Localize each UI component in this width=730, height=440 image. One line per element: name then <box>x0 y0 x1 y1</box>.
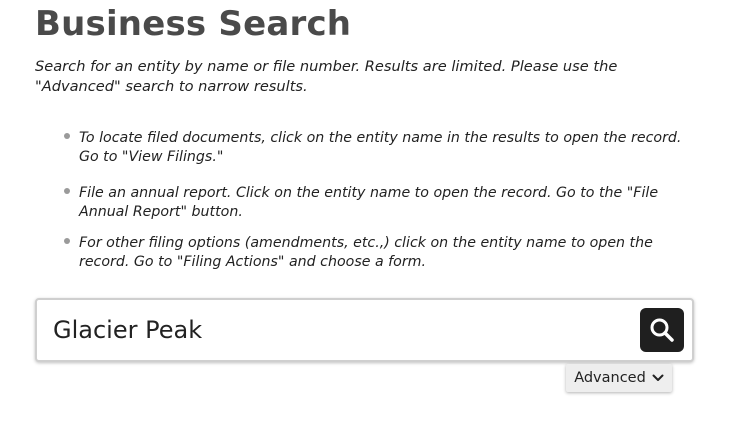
tip-item: File an annual report. Click on the enti… <box>62 184 702 222</box>
bullet-icon <box>64 133 70 139</box>
tip-item: For other filing options (amendments, et… <box>62 234 702 272</box>
tip-text: For other filing options (amendments, et… <box>79 235 653 270</box>
page-title: Business Search <box>35 4 352 44</box>
bullet-icon <box>64 188 70 194</box>
business-search-page: Business Search Search for an entity by … <box>0 0 730 440</box>
tips-list: To locate filed documents, click on the … <box>62 129 702 289</box>
search-box <box>35 298 694 362</box>
tip-text: File an annual report. Click on the enti… <box>79 185 659 220</box>
search-button[interactable] <box>640 308 684 352</box>
bullet-icon <box>64 238 70 244</box>
chevron-down-icon <box>652 374 664 382</box>
intro-text: Search for an entity by name or file num… <box>35 58 618 95</box>
advanced-label: Advanced <box>574 370 646 386</box>
search-icon <box>650 318 674 342</box>
tip-item: To locate filed documents, click on the … <box>62 129 702 167</box>
tip-text: To locate filed documents, click on the … <box>79 130 682 165</box>
advanced-search-button[interactable]: Advanced <box>566 364 672 392</box>
search-input[interactable] <box>53 310 623 350</box>
